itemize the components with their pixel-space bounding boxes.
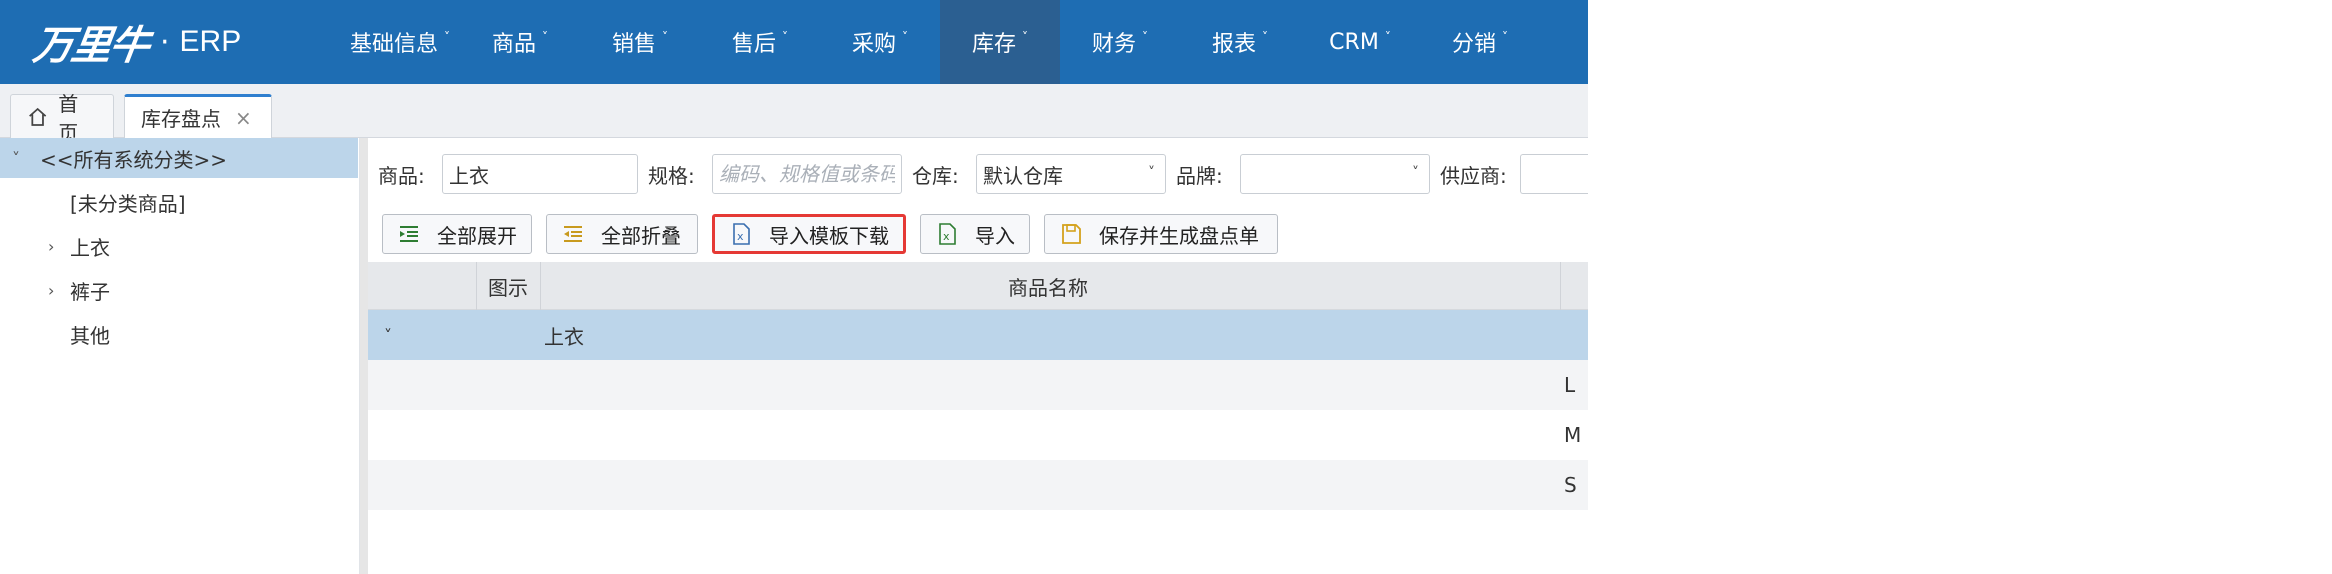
supplier-filter-input[interactable]: [1520, 154, 1588, 194]
chevron-right-icon[interactable]: ›: [48, 281, 54, 300]
column-header-image[interactable]: 图示: [488, 262, 528, 310]
warehouse-filter-label: 仓库:: [912, 164, 959, 188]
tree-item-label: <<所有系统分类>>: [40, 147, 228, 172]
tree-item-uncategorized[interactable]: [未分类商品]: [0, 182, 358, 222]
tree-item-label: [未分类商品]: [70, 191, 186, 216]
tree-item-label: 上衣: [70, 235, 110, 260]
product-filter-label: 商品:: [378, 164, 425, 188]
warehouse-select-value: 默认仓库: [983, 163, 1063, 188]
nav-item-distribution[interactable]: 分销 ˅: [1420, 0, 1540, 84]
column-divider: [540, 262, 541, 310]
excel-file-icon: x: [733, 223, 750, 245]
table-row[interactable]: M: [368, 410, 1588, 460]
tree-item-label: 裤子: [70, 279, 110, 304]
table-row[interactable]: S: [368, 460, 1588, 510]
tab-inventory-count-label: 库存盘点: [141, 107, 221, 131]
chevron-right-icon[interactable]: ›: [48, 237, 54, 256]
sidebar-scrollbar[interactable]: [360, 138, 368, 574]
nav-item-after-sales[interactable]: 售后 ˅: [700, 0, 820, 84]
tree-item-tops[interactable]: › 上衣: [0, 226, 358, 266]
page-tabs: 首页 库存盘点 ×: [0, 84, 1588, 145]
logo-dot: ·: [160, 24, 170, 60]
nav-item-products[interactable]: 商品 ˅: [460, 0, 580, 84]
home-icon: [29, 107, 47, 126]
svg-text:x: x: [737, 230, 744, 243]
nav-item-finance[interactable]: 财务 ˅: [1060, 0, 1180, 84]
tree-item-pants[interactable]: › 裤子: [0, 270, 358, 310]
tree-item-label: 其他: [70, 323, 110, 348]
import-template-download-button[interactable]: x 导入模板下载: [712, 214, 906, 254]
app-logo[interactable]: 万里牛 · ERP: [30, 14, 242, 70]
expand-all-button[interactable]: 全部展开: [382, 214, 532, 254]
tab-home-label: 首页: [58, 91, 79, 145]
nav-item-basic-info[interactable]: 基础信息 ˅: [340, 0, 460, 84]
column-divider: [1560, 262, 1561, 310]
tree-item-all-categories[interactable]: ˅ <<所有系统分类>>: [0, 138, 358, 178]
category-tree: ˅ <<所有系统分类>> [未分类商品] › 上衣 › 裤子 其他: [0, 138, 360, 574]
main-nav: 基础信息 ˅ 商品 ˅ 销售 ˅ 售后 ˅ 采购 ˅ 库存 ˅ 财务 ˅ 报表 ˅ CRM ˅ 分…: [340, 0, 1540, 84]
tree-item-other[interactable]: 其他: [0, 314, 358, 354]
chevron-down-icon: ˅: [782, 30, 788, 44]
brand-select[interactable]: ˅: [1240, 154, 1430, 194]
chevron-down-icon: ˅: [1022, 30, 1028, 44]
nav-item-sales[interactable]: 销售 ˅: [580, 0, 700, 84]
spec-filter-input[interactable]: [712, 154, 902, 194]
tab-inventory-count[interactable]: 库存盘点 ×: [124, 94, 272, 138]
save-generate-count-button[interactable]: 保存并生成盘点单: [1044, 214, 1278, 254]
chevron-down-icon: ˅: [1502, 30, 1508, 44]
grid-header: 图示 商品名称: [368, 262, 1588, 310]
row-spec: S: [1564, 473, 1577, 497]
nav-item-inventory[interactable]: 库存 ˅: [940, 0, 1060, 84]
chevron-down-icon: ˅: [1262, 30, 1268, 44]
collapse-all-button[interactable]: 全部折叠: [546, 214, 698, 254]
close-icon[interactable]: ×: [235, 106, 252, 130]
row-spec: L: [1564, 373, 1576, 397]
logo-erp: ERP: [179, 25, 242, 58]
nav-item-crm[interactable]: CRM ˅: [1300, 0, 1420, 84]
product-filter-input[interactable]: [442, 154, 638, 194]
brand-filter-label: 品牌:: [1176, 164, 1223, 188]
column-header-product-name[interactable]: 商品名称: [1008, 262, 1088, 310]
chevron-down-icon[interactable]: ˅: [384, 326, 392, 345]
top-navigation-bar: 万里牛 · ERP 基础信息 ˅ 商品 ˅ 销售 ˅ 售后 ˅ 采购 ˅ 库存 ˅ 财务 ˅ …: [0, 0, 1588, 84]
group-row-tops[interactable]: ˅ 上衣: [368, 310, 1588, 360]
warehouse-select[interactable]: 默认仓库 ˅: [976, 154, 1166, 194]
excel-file-icon: x: [939, 223, 956, 245]
chevron-down-icon: ˅: [542, 30, 548, 44]
nav-item-purchase[interactable]: 采购 ˅: [820, 0, 940, 84]
tab-home[interactable]: 首页: [10, 92, 114, 145]
chevron-down-icon: ˅: [444, 30, 450, 44]
outdent-icon: [564, 226, 582, 242]
chevron-down-icon: ˅: [1142, 30, 1148, 44]
indent-icon: [400, 226, 418, 242]
supplier-filter-label: 供应商:: [1440, 164, 1507, 188]
svg-text:x: x: [943, 230, 950, 243]
chevron-down-icon: ˅: [662, 30, 668, 44]
spec-filter-label: 规格:: [648, 164, 695, 188]
table-row[interactable]: L: [368, 360, 1588, 410]
column-divider: [476, 262, 477, 310]
chevron-down-icon: ˅: [1148, 165, 1155, 181]
chevron-down-icon: ˅: [1412, 165, 1419, 181]
nav-item-reports[interactable]: 报表 ˅: [1180, 0, 1300, 84]
row-spec: M: [1564, 423, 1582, 447]
chevron-down-icon: ˅: [1384, 30, 1391, 44]
group-row-label: 上衣: [544, 324, 584, 349]
logo-brand: 万里牛: [30, 22, 151, 69]
chevron-down-icon: ˅: [902, 30, 908, 44]
chevron-down-icon[interactable]: ˅: [12, 149, 20, 168]
import-button[interactable]: x 导入: [920, 214, 1030, 254]
save-icon: [1062, 224, 1081, 244]
